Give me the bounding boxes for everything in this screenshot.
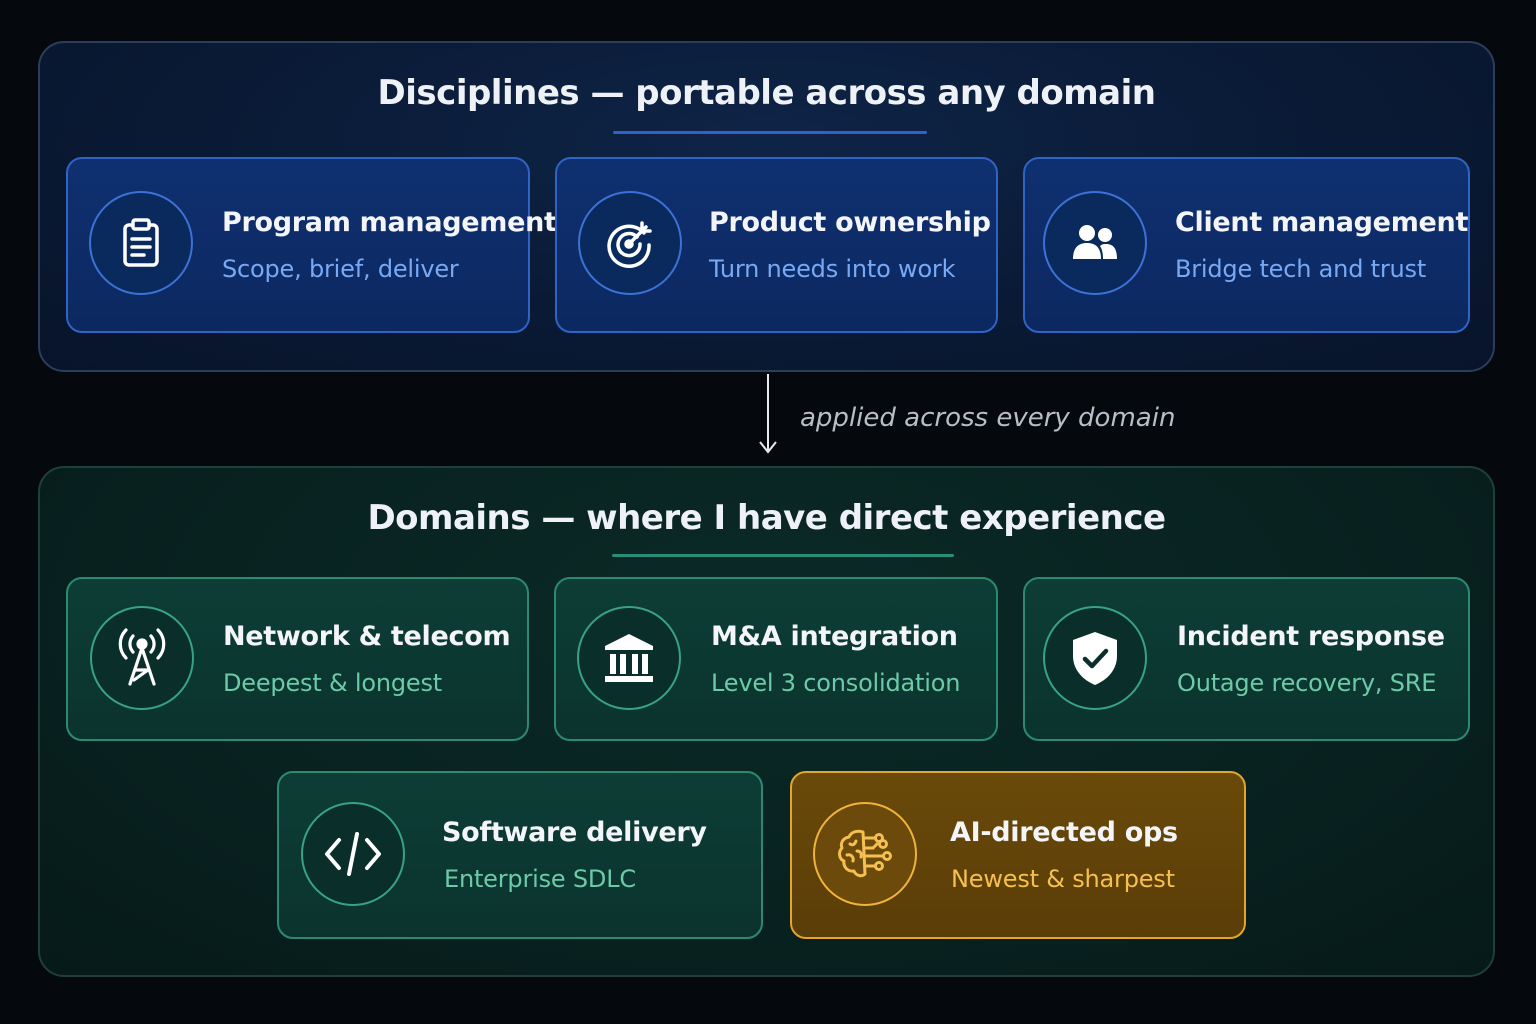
card-product-ownership: Product ownership Turn needs into work bbox=[555, 157, 998, 333]
disciplines-title: Disciplines — portable across any domain bbox=[377, 73, 1156, 113]
domains-title-underline bbox=[612, 554, 954, 557]
card-title: M&A integration bbox=[711, 621, 958, 652]
card-client-management: Client management Bridge tech and trust bbox=[1023, 157, 1470, 333]
card-subtitle: Level 3 consolidation bbox=[711, 669, 961, 697]
card-subtitle: Scope, brief, deliver bbox=[222, 255, 459, 283]
card-subtitle: Outage recovery, SRE bbox=[1177, 669, 1437, 697]
card-subtitle: Turn needs into work bbox=[709, 255, 956, 283]
card-subtitle: Deepest & longest bbox=[223, 669, 442, 697]
antenna-icon bbox=[90, 606, 194, 710]
card-ai-directed-ops: AI-directed ops Newest & sharpest bbox=[790, 771, 1246, 939]
card-title: Network & telecom bbox=[223, 621, 511, 652]
card-subtitle: Newest & sharpest bbox=[951, 865, 1175, 893]
domains-panel: Domains — where I have direct experience… bbox=[38, 466, 1495, 977]
target-icon bbox=[578, 191, 682, 295]
connector-label: applied across every domain bbox=[800, 403, 1176, 433]
clipboard-icon bbox=[89, 191, 193, 295]
card-title: AI-directed ops bbox=[950, 817, 1178, 848]
card-title: Software delivery bbox=[442, 817, 707, 848]
card-program-management: Program management Scope, brief, deliver bbox=[66, 157, 557, 333]
card-network-telecom: Network & telecom Deepest & longest bbox=[66, 577, 529, 741]
users-icon bbox=[1043, 191, 1147, 295]
card-incident-response: Incident response Outage recovery, SRE bbox=[1023, 577, 1470, 741]
code-icon bbox=[301, 802, 405, 906]
card-title: Client management bbox=[1175, 207, 1469, 238]
down-arrow-icon bbox=[759, 374, 777, 454]
card-title: Product ownership bbox=[709, 207, 991, 238]
card-title: Incident response bbox=[1177, 621, 1445, 652]
card-software-delivery: Software delivery Enterprise SDLC bbox=[277, 771, 763, 939]
shield-check-icon bbox=[1043, 606, 1147, 710]
institution-icon bbox=[577, 606, 681, 710]
ai-brain-icon bbox=[813, 802, 917, 906]
card-subtitle: Enterprise SDLC bbox=[444, 865, 636, 893]
card-ma-integration: M&A integration Level 3 consolidation bbox=[554, 577, 998, 741]
card-subtitle: Bridge tech and trust bbox=[1175, 255, 1427, 283]
disciplines-panel: Disciplines — portable across any domain… bbox=[38, 41, 1495, 372]
card-title: Program management bbox=[222, 207, 557, 238]
disciplines-title-underline bbox=[613, 131, 927, 134]
domains-title: Domains — where I have direct experience bbox=[367, 498, 1166, 538]
